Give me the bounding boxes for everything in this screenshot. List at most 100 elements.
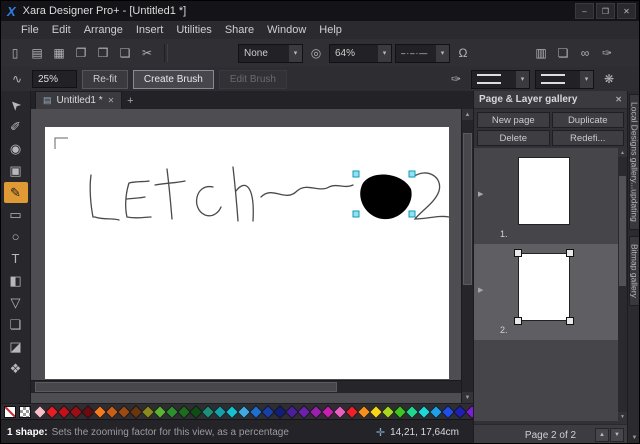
open-file-icon[interactable]: ▤ [27, 43, 47, 63]
menu-item-help[interactable]: Help [313, 23, 348, 37]
menubar: FileEditArrangeInsertUtilitiesShareWindo… [1, 21, 639, 40]
scroll-down-icon[interactable]: ▼ [462, 392, 473, 403]
pushpin-icon[interactable]: ✑ [597, 43, 617, 63]
color-palette: ◀ ▶ [1, 403, 473, 419]
menu-item-insert[interactable]: Insert [130, 23, 170, 37]
gallery-close-icon[interactable]: ✕ [615, 95, 622, 104]
menu-item-utilities[interactable]: Utilities [170, 23, 217, 37]
expander-icon[interactable]: ▶ [478, 190, 483, 198]
page-row[interactable]: ▶1. [474, 148, 618, 244]
text-tool[interactable]: T [4, 248, 28, 269]
vertical-scrollbar[interactable]: ▲ ▼ [461, 109, 473, 403]
zoom-level-value: 64% [335, 48, 355, 59]
page-thumbnail[interactable] [518, 157, 570, 225]
copy-icon[interactable]: ❑ [115, 43, 135, 63]
stroke-width-preview [477, 74, 501, 84]
style-dropdown[interactable]: None▾ [238, 44, 303, 63]
cut-icon[interactable]: ✂ [137, 43, 157, 63]
toolbar1-right-icons: ▥❏∞✑ [531, 43, 617, 63]
maximize-button[interactable]: ❐ [596, 3, 615, 19]
selected-shape [360, 174, 411, 219]
scroll-up-icon[interactable]: ▲ [618, 148, 627, 157]
gallery-scrollbar[interactable]: ▲ ▼ [618, 148, 627, 421]
photo-tool[interactable]: ▣ [4, 160, 28, 181]
menu-item-edit[interactable]: Edit [46, 23, 77, 37]
page-count-label: Page 2 of 2 [525, 430, 576, 441]
transparent-swatch[interactable] [19, 406, 31, 418]
app-window: X Xara Designer Pro+ - [Untitled1 *] – ❐… [0, 0, 640, 444]
transparency-tool[interactable]: ▽ [4, 292, 28, 313]
next-page-icon[interactable]: ▼ [610, 428, 624, 442]
strip-scroll-down-icon[interactable]: ▼ [632, 435, 638, 441]
shape-editor-tool[interactable]: ✐ [4, 116, 28, 137]
new-document-icon[interactable]: ▯ [5, 43, 25, 63]
color-swatch[interactable] [465, 404, 473, 418]
canvas-area[interactable]: ▲ ▼ [31, 109, 473, 403]
create-brush-button[interactable]: Create Brush [133, 70, 214, 89]
tab-local-designs-gallery[interactable]: Local Designs gallery...updating [629, 94, 640, 230]
menu-item-arrange[interactable]: Arrange [78, 23, 129, 37]
smoothing-field[interactable]: 25% [32, 70, 77, 88]
selection-handle [566, 317, 574, 325]
scroll-down-icon[interactable]: ▼ [618, 412, 627, 421]
tab-close-icon[interactable]: ✕ [108, 96, 115, 105]
freehand-smoothing-icon: ∿ [7, 69, 27, 89]
edit-brush-button[interactable]: Edit Brush [219, 70, 287, 89]
scrollbar-thumb[interactable] [619, 176, 626, 286]
symbol-button[interactable]: Ω [453, 43, 473, 63]
cursor-coordinates: 14,21, 17,64cm [390, 427, 459, 438]
save-icon[interactable]: ▦ [49, 43, 69, 63]
document-tab[interactable]: ▤ Untitled1 * ✕ [35, 91, 122, 109]
smart-shapes-tool[interactable]: ◉ [4, 138, 28, 159]
shadow-tool[interactable]: ❏ [4, 314, 28, 335]
color-line-gallery-icon[interactable]: ▥ [531, 43, 551, 63]
delete-button[interactable]: Delete [477, 130, 550, 146]
menu-item-window[interactable]: Window [261, 23, 312, 37]
ellipse-tool[interactable]: ○ [4, 226, 28, 247]
scrollbar-thumb[interactable] [35, 382, 337, 392]
page-label: 2. [500, 325, 508, 335]
menu-item-file[interactable]: File [15, 23, 45, 37]
blend-tool[interactable]: ❖ [4, 358, 28, 379]
selector-tool[interactable]: ➤ [4, 94, 28, 115]
expander-icon[interactable]: ▶ [478, 286, 483, 294]
horizontal-scrollbar[interactable] [31, 380, 462, 393]
rectangle-tool[interactable]: ▭ [4, 204, 28, 225]
fill-tool[interactable]: ◧ [4, 270, 28, 291]
export-icon[interactable]: ❒ [93, 43, 113, 63]
stroke-width-dropdown[interactable]: ▾ [471, 70, 530, 89]
duplicate-button[interactable]: Duplicate [552, 112, 625, 128]
gallery-buttons: New pageDuplicateDeleteRedefi... [474, 109, 627, 149]
new-page-button[interactable]: New page [477, 112, 550, 128]
close-button[interactable]: ✕ [617, 3, 636, 19]
tab-bitmap-gallery[interactable]: Bitmap gallery [629, 236, 640, 306]
style-dropdown-value: None [244, 48, 268, 59]
freehand-tool[interactable]: ✎ [4, 182, 28, 203]
new-tab-button[interactable]: + [122, 93, 138, 109]
stroke-style-dropdown[interactable]: ▾ [535, 70, 594, 89]
link-icon[interactable]: ∞ [575, 43, 595, 63]
page-row[interactable]: ▶ 2. [474, 244, 618, 340]
previous-page-icon[interactable]: ▲ [595, 428, 609, 442]
page-thumbnail[interactable] [518, 253, 570, 321]
gallery-title: Page & Layer gallery [479, 94, 577, 105]
refit-button[interactable]: Re-fit [82, 70, 128, 89]
titlebar: X Xara Designer Pro+ - [Untitled1 *] – ❐… [1, 1, 639, 21]
zoom-tool-icon[interactable]: ◎ [306, 43, 326, 63]
brush-shape-icon[interactable]: ✑ [446, 69, 466, 89]
document-page[interactable] [45, 127, 449, 379]
menu-item-share[interactable]: Share [219, 23, 260, 37]
redefine-button[interactable]: Redefi... [552, 130, 625, 146]
clipart-gallery-icon[interactable]: ❏ [553, 43, 573, 63]
gallery-header[interactable]: Page & Layer gallery ✕ [474, 91, 627, 109]
zoom-level-combo[interactable]: 64%▾ [329, 44, 392, 63]
scrollbar-thumb[interactable] [463, 133, 472, 285]
scroll-up-icon[interactable]: ▲ [462, 109, 473, 120]
feather-icon[interactable]: ❋ [599, 69, 619, 89]
line-gallery-dropdown[interactable]: –·–·—▾ [395, 44, 450, 63]
minimize-button[interactable]: – [575, 3, 594, 19]
no-color-swatch[interactable] [4, 406, 16, 418]
bevel-tool[interactable]: ◪ [4, 336, 28, 357]
document-icon: ▤ [43, 95, 52, 106]
import-icon[interactable]: ❐ [71, 43, 91, 63]
